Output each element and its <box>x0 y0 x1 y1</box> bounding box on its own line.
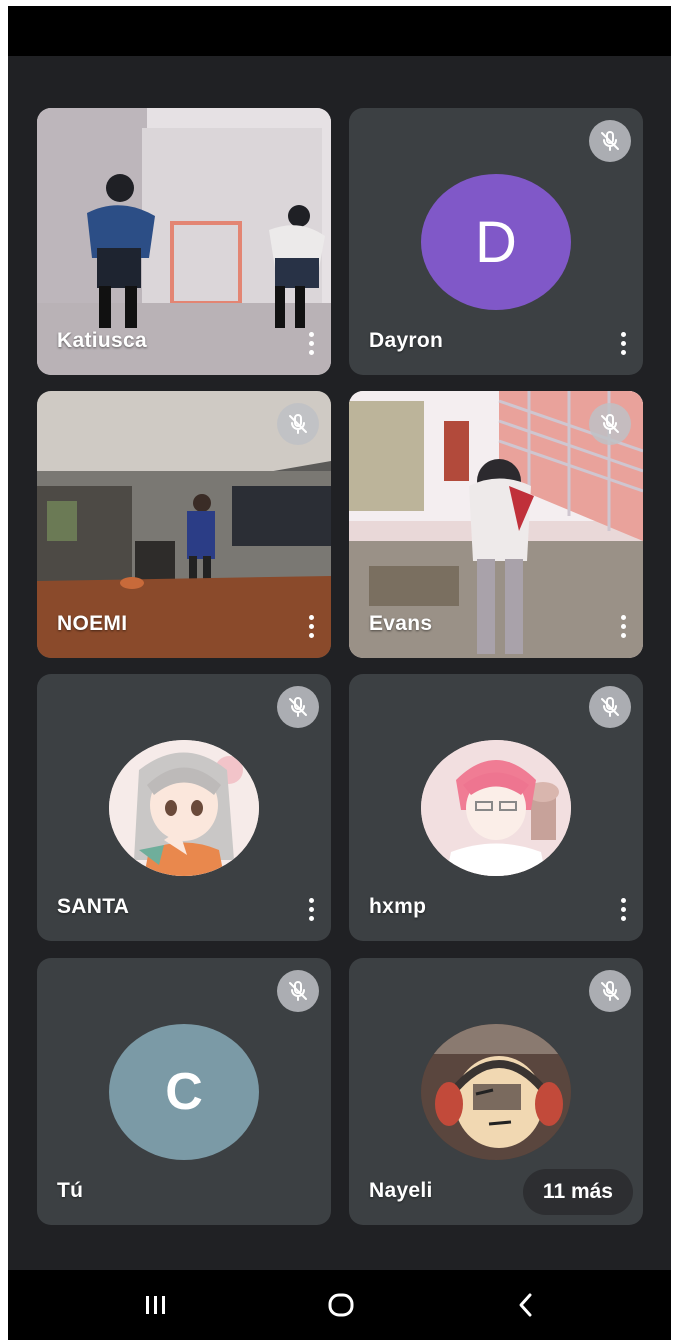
participant-name: Tú <box>57 1179 84 1202</box>
more-options-icon[interactable] <box>301 329 321 357</box>
participant-tile-noemi[interactable]: NOEMI <box>37 391 331 658</box>
mic-off-icon <box>589 686 631 728</box>
participant-name: Katiusca <box>57 329 147 352</box>
participant-tile-dayron[interactable]: D Dayron <box>349 108 643 375</box>
mic-off-icon <box>277 970 319 1012</box>
participant-tile-evans[interactable]: Evans <box>349 391 643 658</box>
avatar <box>109 740 259 876</box>
recents-icon[interactable] <box>126 1282 186 1328</box>
more-options-icon[interactable] <box>613 329 633 357</box>
avatar <box>421 740 571 876</box>
status-bar <box>8 6 671 56</box>
more-participants-button[interactable]: 11 más <box>522 1169 633 1215</box>
avatar-initial: C <box>165 1063 203 1121</box>
mic-off-icon <box>589 970 631 1012</box>
participant-tile-nayeli[interactable]: Nayeli 11 más <box>349 958 643 1225</box>
participant-tile-self[interactable]: C Tú <box>37 958 331 1225</box>
participant-tile-santa[interactable]: SANTA <box>37 674 331 941</box>
home-icon[interactable] <box>311 1282 371 1328</box>
participant-name: NOEMI <box>57 612 128 635</box>
mic-off-icon <box>589 403 631 445</box>
participant-name: Nayeli <box>369 1179 433 1202</box>
participant-name: Evans <box>369 612 433 635</box>
meeting-screen: Katiusca D Dayron NOEMI Evans SANTA hxmp… <box>8 6 671 1340</box>
more-options-icon[interactable] <box>613 612 633 640</box>
anime-boy-avatar-image <box>421 740 571 876</box>
more-options-icon[interactable] <box>301 895 321 923</box>
back-icon[interactable] <box>496 1282 556 1328</box>
avatar <box>421 1024 571 1160</box>
participant-name: Dayron <box>369 329 444 352</box>
mic-off-icon <box>277 403 319 445</box>
participant-tile-hxmp[interactable]: hxmp <box>349 674 643 941</box>
avatar: C <box>109 1024 259 1160</box>
mic-off-icon <box>589 120 631 162</box>
participant-tile-katiusca[interactable]: Katiusca <box>37 108 331 375</box>
more-options-icon[interactable] <box>613 895 633 923</box>
avatar-initial: D <box>475 209 517 275</box>
cartoon-headphones-avatar-image <box>421 1024 571 1160</box>
participant-name: hxmp <box>369 895 427 918</box>
system-navigation-bar <box>8 1270 671 1340</box>
anime-girl-avatar-image <box>109 740 259 876</box>
participant-name: SANTA <box>57 895 130 918</box>
mic-off-icon <box>277 686 319 728</box>
more-options-icon[interactable] <box>301 612 321 640</box>
avatar: D <box>421 174 571 310</box>
